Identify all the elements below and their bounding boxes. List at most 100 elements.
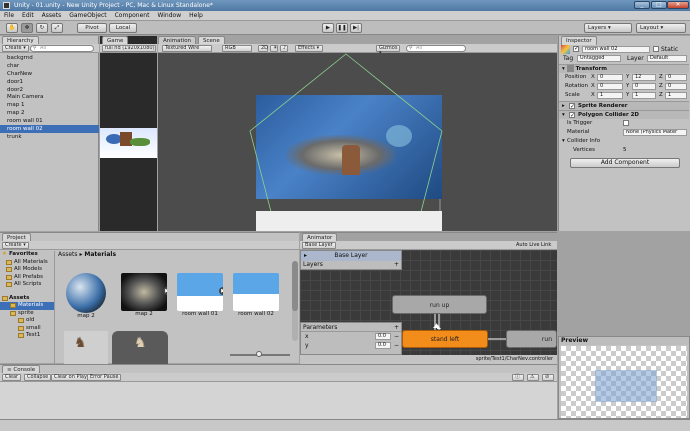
layer-dropdown[interactable]: Default bbox=[647, 55, 687, 62]
play-button[interactable]: ▶ bbox=[322, 23, 334, 33]
scale-z-field[interactable]: 1 bbox=[665, 92, 687, 99]
layers-dropdown[interactable]: Layers ▾ bbox=[584, 23, 632, 33]
move-tool-icon[interactable]: ✥ bbox=[21, 23, 33, 33]
hierarchy-item[interactable]: backgrnd bbox=[0, 54, 99, 62]
object-name-field[interactable]: room wall 02 bbox=[582, 46, 650, 53]
minimize-button[interactable]: _ bbox=[634, 1, 650, 9]
favorites-header[interactable]: ★ Favorites bbox=[0, 251, 54, 259]
layout-dropdown[interactable]: Layout ▾ bbox=[636, 23, 686, 33]
hierarchy-search-input[interactable]: ⚲ All bbox=[30, 45, 94, 52]
asset-item[interactable]: map 2 bbox=[62, 273, 110, 319]
auto-live-link-toggle[interactable]: Auto Live Link bbox=[516, 242, 551, 248]
folder-item[interactable]: old bbox=[0, 317, 54, 325]
asset-thumbnail-partial[interactable]: ♞ bbox=[112, 331, 168, 364]
asset-item[interactable]: ▶ map 2 bbox=[120, 273, 168, 317]
add-component-button[interactable]: Add Component bbox=[570, 158, 680, 168]
rotate-tool-icon[interactable]: ↻ bbox=[36, 23, 48, 33]
gizmos-dropdown[interactable]: Gizmos ▾ bbox=[376, 45, 400, 56]
assets-header[interactable]: Assets bbox=[0, 295, 54, 303]
menu-component[interactable]: Component bbox=[111, 11, 154, 21]
menu-window[interactable]: Window bbox=[153, 11, 185, 21]
scale-tool-icon[interactable]: ⤢ bbox=[51, 23, 63, 33]
asset-item[interactable]: ▶ room wall 01 bbox=[176, 273, 224, 317]
hierarchy-item[interactable]: Main Camera bbox=[0, 93, 99, 101]
hierarchy-item[interactable]: char bbox=[0, 62, 99, 70]
hierarchy-item[interactable]: map 2 bbox=[0, 109, 99, 117]
scale-y-field[interactable]: 1 bbox=[632, 92, 656, 99]
menu-edit[interactable]: Edit bbox=[18, 11, 38, 21]
position-x-field[interactable]: 0 bbox=[597, 74, 623, 81]
project-scrollbar[interactable] bbox=[292, 261, 298, 341]
scene-search-input[interactable]: ⚲ All bbox=[406, 45, 466, 52]
tag-dropdown[interactable]: Untagged bbox=[577, 55, 621, 62]
folder-item[interactable]: Test1 bbox=[0, 332, 54, 340]
expand-asset-icon[interactable]: ▶ bbox=[163, 287, 167, 295]
menu-help[interactable]: Help bbox=[185, 11, 207, 21]
collider-info-row[interactable]: ▾ Collider Info bbox=[559, 137, 689, 146]
sprite-renderer-header[interactable]: ▸ Sprite Renderer bbox=[559, 101, 689, 111]
rotation-z-field[interactable]: 0 bbox=[665, 83, 687, 90]
folder-item[interactable]: sprite bbox=[0, 310, 54, 318]
breadcrumb-root[interactable]: Assets bbox=[58, 251, 78, 258]
thumbnail-size-slider[interactable] bbox=[230, 351, 290, 357]
hand-tool-icon[interactable]: ✋ bbox=[6, 23, 18, 33]
close-window-button[interactable]: ✕ bbox=[667, 1, 689, 9]
audio-icon[interactable]: ♪ bbox=[280, 45, 288, 52]
rotation-y-field[interactable]: 0 bbox=[632, 83, 656, 90]
menu-gameobject[interactable]: GameObject bbox=[65, 11, 110, 21]
hierarchy-create-button[interactable]: Create ▾ bbox=[2, 45, 29, 52]
animator-graph[interactable]: ▸ Base Layer Layers + Parameters + x 0.0− y0… bbox=[300, 250, 557, 355]
console-log-area[interactable] bbox=[0, 382, 557, 420]
active-checkbox[interactable] bbox=[573, 45, 579, 52]
hierarchy-item[interactable]: trunk bbox=[0, 133, 99, 141]
menu-assets[interactable]: Assets bbox=[38, 11, 66, 21]
state-run-partial[interactable]: run bbox=[506, 330, 557, 348]
resolution-dropdown[interactable]: full hd (1920x1080) bbox=[102, 45, 156, 52]
favorite-item[interactable]: All Models bbox=[0, 266, 54, 274]
hierarchy-item[interactable]: CharNew bbox=[0, 70, 99, 78]
hierarchy-item[interactable]: map 1 bbox=[0, 101, 99, 109]
asset-item[interactable]: room wall 02 bbox=[232, 273, 280, 317]
error-pause-toggle[interactable]: Error Pause bbox=[87, 374, 122, 381]
effects-dropdown[interactable]: Effects ▾ bbox=[295, 45, 323, 52]
asset-thumbnail-partial[interactable]: ♞ bbox=[64, 331, 108, 364]
transform-header[interactable]: ▾ Transform bbox=[559, 64, 689, 73]
folder-item[interactable]: small bbox=[0, 325, 54, 333]
favorite-item[interactable]: All Scripts bbox=[0, 281, 54, 289]
color-dropdown[interactable]: RGB bbox=[222, 45, 252, 52]
tab-inspector[interactable]: Inspector bbox=[561, 36, 597, 45]
favorite-item[interactable]: All Materials bbox=[0, 259, 54, 267]
base-layer-breadcrumb[interactable]: Base Layer bbox=[302, 242, 336, 249]
pivot-toggle[interactable]: Pivot bbox=[77, 23, 107, 33]
console-collapse-button[interactable]: Collapse bbox=[24, 374, 52, 381]
state-run-up[interactable]: run up bbox=[392, 295, 487, 314]
folder-item-selected[interactable]: Materials bbox=[0, 302, 54, 310]
menu-file[interactable]: File bbox=[0, 11, 18, 21]
is-trigger-checkbox[interactable] bbox=[623, 120, 629, 126]
state-stand-left[interactable]: stand left bbox=[402, 330, 488, 348]
expand-asset-icon[interactable]: ▶ bbox=[219, 287, 223, 295]
lighting-icon[interactable]: ☀ bbox=[270, 45, 278, 52]
pause-button[interactable]: ❚❚ bbox=[336, 23, 348, 33]
project-create-button[interactable]: Create ▾ bbox=[2, 242, 29, 249]
sprite-renderer-enabled-checkbox[interactable] bbox=[569, 102, 575, 111]
position-z-field[interactable]: 0 bbox=[665, 74, 687, 81]
material-field[interactable]: None (Physics Mater bbox=[623, 129, 687, 136]
position-y-field[interactable]: 12 bbox=[632, 74, 656, 81]
polygon-collider-enabled-checkbox[interactable] bbox=[569, 111, 575, 120]
maximize-button[interactable]: □ bbox=[651, 1, 667, 9]
hierarchy-item[interactable]: door2 bbox=[0, 86, 99, 94]
hierarchy-item[interactable]: door1 bbox=[0, 78, 99, 86]
info-filter-icon[interactable]: ⓘ bbox=[512, 374, 524, 381]
favorite-item[interactable]: All Prefabs bbox=[0, 274, 54, 282]
scene-viewport[interactable] bbox=[158, 53, 557, 231]
clear-on-play-toggle[interactable]: Clear on Play bbox=[51, 374, 90, 381]
local-toggle[interactable]: Local bbox=[109, 23, 137, 33]
rotation-x-field[interactable]: 0 bbox=[597, 83, 623, 90]
console-clear-button[interactable]: Clear bbox=[2, 374, 22, 381]
hierarchy-item[interactable]: room wall 01 bbox=[0, 117, 99, 125]
polygon-collider-header[interactable]: ▾ Polygon Collider 2D bbox=[559, 110, 689, 120]
hierarchy-item-selected[interactable]: room wall 02 bbox=[0, 125, 99, 133]
static-checkbox[interactable] bbox=[653, 46, 659, 52]
step-button[interactable]: ▶| bbox=[350, 23, 362, 33]
